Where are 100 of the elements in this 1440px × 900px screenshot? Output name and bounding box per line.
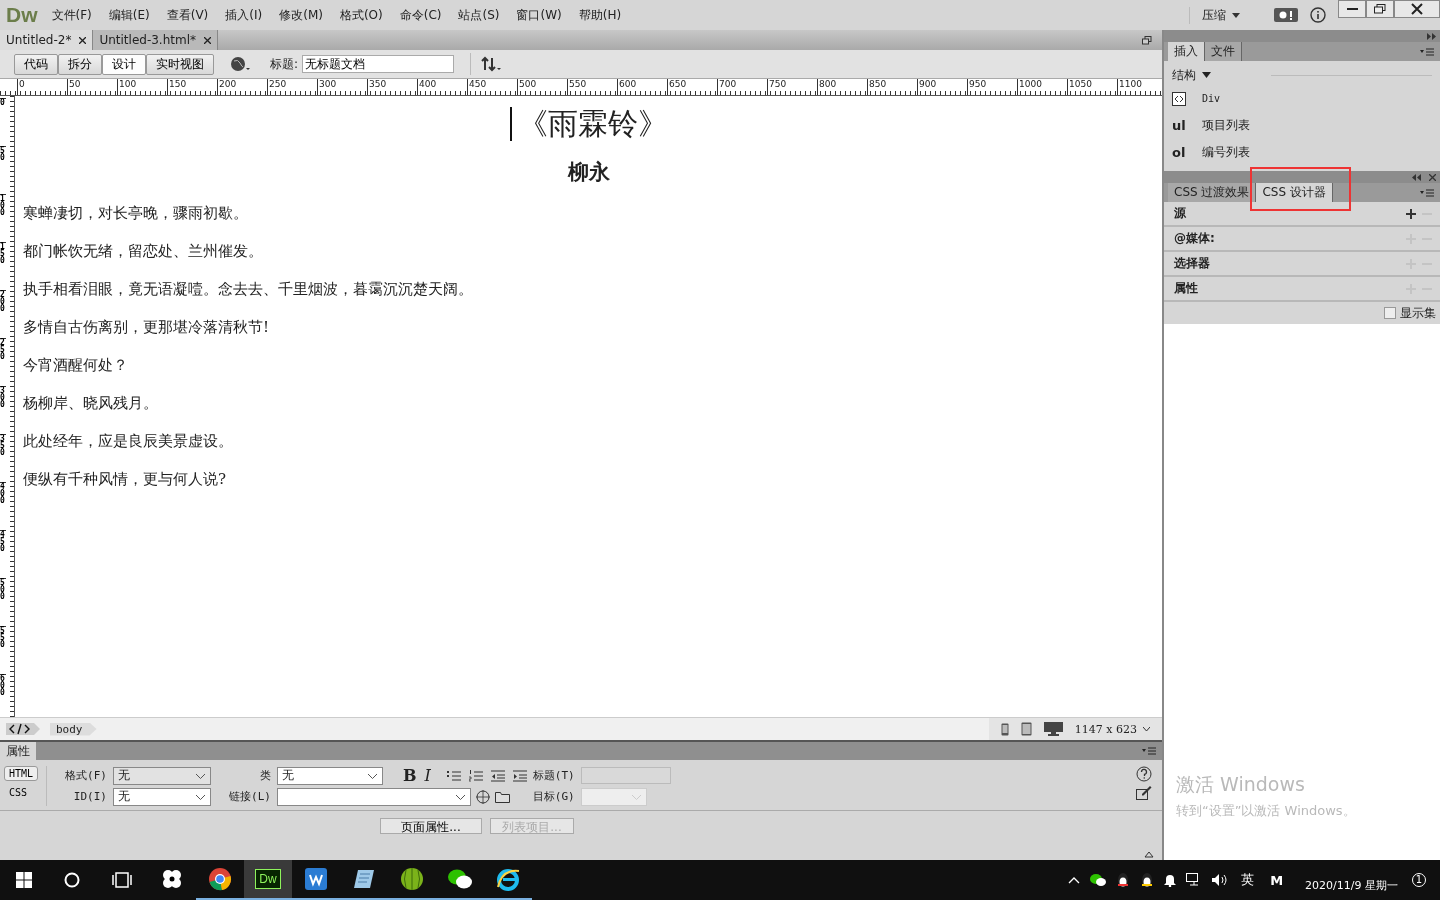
field-label: 链接(L) bbox=[228, 789, 271, 805]
poem-line: 便纵有千种风情，更与何人说? bbox=[23, 469, 228, 490]
app-icon: Dw bbox=[255, 869, 281, 889]
menu-item[interactable]: 插入(I) bbox=[225, 6, 263, 24]
title-field[interactable]: 无标题文档 bbox=[302, 55, 455, 73]
taskbar-date[interactable]: 2020/11/9 星期一 bbox=[1305, 877, 1398, 893]
document-tab[interactable]: Untitled-3.html* bbox=[93, 30, 219, 50]
document-tab[interactable]: Untitled-2* bbox=[0, 30, 94, 50]
input-mode[interactable]: M bbox=[1270, 872, 1284, 888]
restore-document-icon[interactable] bbox=[1142, 35, 1152, 45]
insert-item[interactable]: ol 编号列表 bbox=[1172, 139, 1432, 166]
bold-button[interactable]: B bbox=[402, 766, 417, 786]
menu-item[interactable]: 帮助(H) bbox=[578, 6, 622, 24]
chat-bubbles-icon[interactable] bbox=[1090, 873, 1107, 887]
minimize-icon bbox=[1346, 8, 1358, 10]
collapse-icon[interactable] bbox=[1144, 851, 1154, 858]
outdent-icon[interactable] bbox=[490, 769, 505, 782]
menu-item[interactable]: 修改(M) bbox=[279, 6, 323, 24]
indent-icon[interactable] bbox=[512, 769, 527, 782]
folder-icon[interactable] bbox=[494, 790, 511, 804]
menu-item[interactable]: 窗口(W) bbox=[516, 6, 562, 24]
point-to-file-icon[interactable] bbox=[474, 788, 491, 805]
numbered-list-icon[interactable] bbox=[468, 769, 483, 782]
menu-item[interactable]: 文件(F) bbox=[51, 6, 92, 24]
section-header[interactable]: @媒体: bbox=[1174, 230, 1215, 247]
poem-line: 执手相看泪眼，竟无语凝噎。念去去、千里烟波，暮霭沉沉楚天阔。 bbox=[23, 279, 474, 300]
page-button[interactable]: 页面属性... bbox=[380, 818, 482, 834]
phone-icon[interactable] bbox=[1000, 722, 1009, 736]
class-select[interactable]: 无 bbox=[276, 766, 383, 785]
globe-icon[interactable] bbox=[230, 56, 252, 72]
internet-explorer-icon bbox=[496, 867, 520, 891]
view-button[interactable]: 实时视图 bbox=[146, 53, 214, 75]
mode-button[interactable]: HTML bbox=[4, 766, 39, 781]
search-icon[interactable] bbox=[64, 872, 80, 888]
menu-item[interactable]: 编辑(E) bbox=[108, 6, 150, 24]
code-tag-icon[interactable] bbox=[6, 722, 42, 736]
speaker-icon[interactable] bbox=[1212, 873, 1229, 887]
field-label: 标题(T) bbox=[532, 768, 575, 784]
section-header[interactable]: 源 bbox=[1174, 205, 1186, 222]
expand-panel-icon[interactable] bbox=[1412, 173, 1421, 181]
menu-item[interactable]: 格式(O) bbox=[339, 6, 383, 24]
penguin-icon[interactable] bbox=[1140, 872, 1155, 888]
close-button[interactable] bbox=[1394, 0, 1440, 18]
restore-button[interactable] bbox=[1366, 0, 1394, 18]
view-button[interactable]: 设计 bbox=[102, 53, 146, 75]
workspace-switcher[interactable]: 压缩 bbox=[1189, 6, 1240, 24]
poem-line: 寒蝉凄切，对长亭晚，骤雨初歇。 bbox=[23, 203, 249, 224]
link-select[interactable] bbox=[276, 787, 471, 806]
chevron-up-icon[interactable] bbox=[1068, 876, 1081, 884]
sync-settings-icon[interactable] bbox=[1274, 8, 1298, 22]
panel-tab[interactable]: CSS 设计器 bbox=[1256, 183, 1333, 202]
menu-item[interactable]: 查看(V) bbox=[166, 6, 209, 24]
add-icon[interactable] bbox=[1406, 208, 1416, 219]
taskbar-button[interactable]: Dw bbox=[244, 860, 292, 900]
id-select[interactable]: 无 bbox=[112, 787, 211, 806]
panel-tab[interactable]: 文件 bbox=[1205, 42, 1242, 61]
vertical-ruler: 0 50 100 150 200 250 300 350 400 450 500 550 600 bbox=[0, 96, 15, 717]
close-tab-icon[interactable] bbox=[204, 36, 212, 44]
panel-tab[interactable]: CSS 过渡效果 bbox=[1168, 183, 1257, 202]
panel-menu-icon[interactable] bbox=[1420, 188, 1434, 197]
section-header[interactable]: 属性 bbox=[1174, 280, 1198, 297]
insert-item[interactable]: ul 项目列表 bbox=[1172, 112, 1432, 139]
info-icon[interactable] bbox=[1310, 7, 1326, 23]
collapse-panel-icon[interactable] bbox=[1427, 32, 1436, 40]
checkbox-label: 显示集 bbox=[1400, 304, 1436, 322]
panel-tab[interactable]: 插入 bbox=[1168, 42, 1205, 61]
close-tab-icon[interactable] bbox=[79, 36, 87, 44]
input-language[interactable]: 英 bbox=[1241, 871, 1255, 889]
tag-selector[interactable]: body bbox=[50, 722, 97, 736]
bell-icon[interactable] bbox=[1164, 873, 1177, 887]
mode-button[interactable]: CSS bbox=[4, 785, 39, 800]
melon-icon bbox=[400, 867, 424, 891]
poem-line: 此处经年，应是良辰美景虚设。 bbox=[23, 431, 234, 452]
section-header[interactable]: 选择器 bbox=[1174, 255, 1210, 272]
edit-icon[interactable] bbox=[1136, 784, 1152, 800]
italic-button[interactable]: I bbox=[424, 766, 431, 786]
panel-menu-icon[interactable] bbox=[1142, 747, 1156, 755]
bulleted-list-icon[interactable] bbox=[446, 769, 461, 782]
menu-item[interactable]: 命令(C) bbox=[399, 6, 442, 24]
insert-item[interactable]: Div bbox=[1172, 85, 1432, 112]
view-button[interactable]: 拆分 bbox=[58, 53, 102, 75]
penguin-icon[interactable] bbox=[1116, 872, 1131, 888]
checkbox[interactable] bbox=[1384, 307, 1396, 319]
caret-icon bbox=[631, 794, 641, 800]
windows-start-icon[interactable] bbox=[16, 872, 32, 888]
format-select[interactable]: 无 bbox=[112, 766, 211, 785]
close-icon[interactable] bbox=[1429, 173, 1436, 181]
panel-tab[interactable]: 属性 bbox=[0, 742, 36, 760]
poem-line: 多情自古伤离别，更那堪冷落清秋节! bbox=[23, 317, 271, 338]
desktop-monitor-icon[interactable] bbox=[1043, 722, 1063, 736]
category-dropdown[interactable]: 结构 bbox=[1172, 66, 1211, 84]
help-icon[interactable] bbox=[1136, 766, 1152, 782]
tablet-icon[interactable] bbox=[1020, 722, 1032, 736]
heading-field[interactable] bbox=[580, 767, 671, 785]
view-button[interactable]: 代码 bbox=[14, 53, 58, 75]
minimize-button[interactable] bbox=[1338, 0, 1366, 18]
menu-item[interactable]: 站点(S) bbox=[458, 6, 500, 24]
panel-menu-icon[interactable] bbox=[1420, 47, 1434, 56]
task-view-icon[interactable] bbox=[112, 872, 132, 888]
sort-arrows-icon[interactable] bbox=[481, 56, 504, 72]
